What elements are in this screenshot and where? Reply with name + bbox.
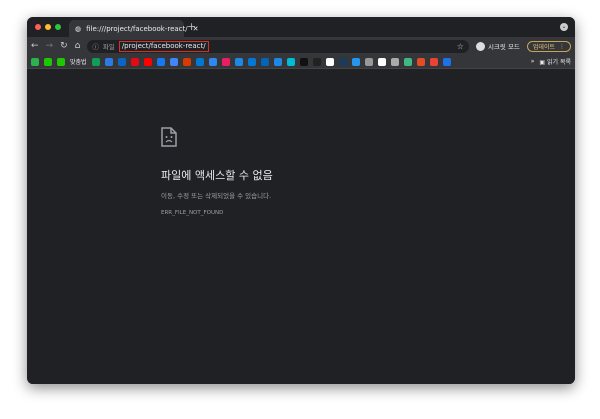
site-label: 파일	[102, 43, 115, 51]
bookmark-icon[interactable]	[182, 57, 191, 66]
bookmark-icon[interactable]	[130, 57, 139, 66]
bookmark-icon[interactable]	[325, 57, 334, 66]
update-button[interactable]: 업데이트 ⋮	[526, 40, 571, 52]
bookmark-icon[interactable]	[247, 57, 256, 66]
bookmarks-bar: 맞춤법 » ▣ 읽기 목록	[27, 55, 575, 69]
new-tab-button[interactable]: +	[187, 20, 196, 33]
bookmark-icon[interactable]	[260, 57, 269, 66]
address-bar[interactable]: ⓘ 파일 /project/facebook-react/ ☆	[87, 39, 469, 53]
bookmark-icon[interactable]	[208, 57, 217, 66]
url-input[interactable]: /project/facebook-react/	[118, 40, 209, 52]
error-page: 파일에 액세스할 수 없음 이동, 수정 또는 삭제되었을 수 있습니다. ER…	[27, 69, 575, 384]
bookmark-icon[interactable]	[57, 57, 65, 66]
bookmark-icon[interactable]	[312, 57, 321, 66]
browser-window: ◍ file:///project/facebook-react/ ✕ + ⌄ …	[27, 17, 575, 384]
bookmark-icon[interactable]	[364, 57, 373, 66]
bookmark-icon[interactable]	[104, 57, 113, 66]
star-icon[interactable]: ☆	[457, 42, 464, 51]
home-icon[interactable]: ⌂	[75, 41, 81, 51]
error-code: ERR_FILE_NOT_FOUND	[161, 210, 224, 216]
bookmark-icon[interactable]	[221, 57, 230, 66]
bookmark-icon[interactable]	[156, 57, 165, 66]
bookmark-icon[interactable]	[31, 57, 39, 66]
incognito-icon	[475, 41, 485, 51]
menu-icon: ⋮	[559, 42, 565, 50]
bookmark-icon[interactable]	[442, 57, 451, 66]
reading-list-button[interactable]: ▣ 읽기 목록	[539, 57, 571, 66]
bookmark-icon[interactable]	[234, 57, 243, 66]
error-title: 파일에 액세스할 수 없음	[161, 169, 273, 182]
tab-active[interactable]: ◍ file:///project/facebook-react/ ✕	[69, 20, 199, 37]
forward-icon[interactable]: →	[46, 41, 54, 51]
bookmark-icon[interactable]	[117, 57, 126, 66]
tab-search-button[interactable]: ⌄	[560, 23, 568, 31]
bookmark-icon[interactable]	[351, 57, 360, 66]
toolbar: ← → ↻ ⌂ ⓘ 파일 /project/facebook-react/ ☆ …	[27, 37, 575, 55]
bookmark-icon[interactable]	[403, 57, 412, 66]
reading-list-icon: ▣	[539, 59, 546, 66]
tab-bar: ◍ file:///project/facebook-react/ ✕ + ⌄	[27, 17, 575, 37]
bookmark-icon[interactable]	[338, 57, 347, 66]
bookmark-icon[interactable]	[429, 57, 438, 66]
maximize-window-button[interactable]	[55, 24, 61, 30]
bookmark-label[interactable]: 맞춤법	[70, 57, 87, 66]
bookmark-icon[interactable]	[299, 57, 308, 66]
bookmark-icon[interactable]	[390, 57, 399, 66]
bookmark-icon[interactable]	[44, 57, 52, 66]
info-icon[interactable]: ⓘ	[92, 41, 99, 51]
error-message: 이동, 수정 또는 삭제되었을 수 있습니다.	[161, 192, 272, 200]
close-window-button[interactable]	[35, 24, 41, 30]
back-icon[interactable]: ←	[31, 41, 39, 51]
globe-icon: ◍	[75, 24, 82, 33]
bookmark-icon[interactable]	[195, 57, 204, 66]
bookmark-icon[interactable]	[169, 57, 178, 66]
more-bookmarks-icon[interactable]: »	[531, 58, 535, 65]
bookmark-icon[interactable]	[91, 57, 100, 66]
bookmark-icon[interactable]	[416, 57, 425, 66]
bookmark-icon[interactable]	[286, 57, 295, 66]
incognito-indicator[interactable]: 시크릿 모드	[475, 41, 520, 51]
reload-icon[interactable]: ↻	[60, 41, 68, 51]
bookmark-icon[interactable]	[143, 57, 152, 66]
sad-file-icon	[161, 127, 177, 147]
minimize-window-button[interactable]	[45, 24, 51, 30]
bookmark-icon[interactable]	[377, 57, 386, 66]
bookmark-icon[interactable]	[273, 57, 282, 66]
